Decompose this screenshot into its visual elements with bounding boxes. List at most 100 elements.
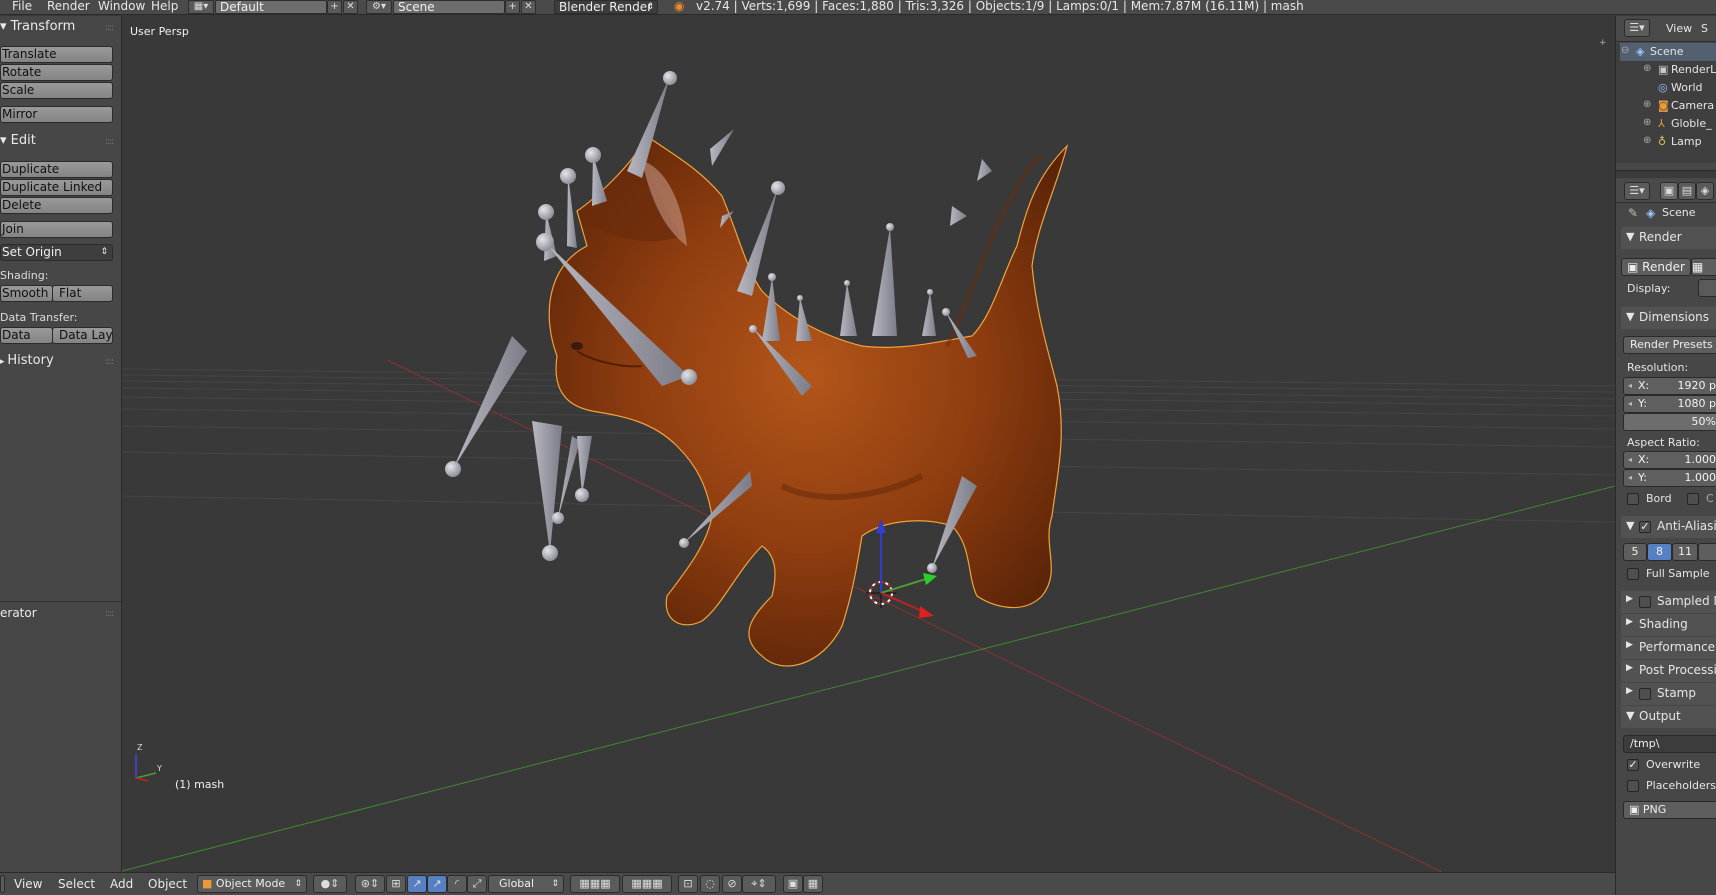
panel-edit-header[interactable]: ▾ Edit: [0, 132, 36, 150]
placeholders-checkbox[interactable]: [1627, 780, 1639, 792]
outliner-item-renderlayers[interactable]: RenderL: [1671, 63, 1716, 76]
translate-manipulator-icon[interactable]: ↗: [407, 875, 427, 893]
output-path-field[interactable]: /tmp\: [1623, 735, 1716, 753]
stamp-checkbox[interactable]: [1639, 688, 1651, 700]
border-checkbox[interactable]: [1627, 493, 1639, 505]
manipulator-toggle-icon[interactable]: ⊞: [386, 875, 406, 893]
collapse-icon[interactable]: ⊖: [1621, 45, 1629, 56]
join-button[interactable]: Join: [0, 221, 113, 238]
menu-select[interactable]: Select: [58, 877, 95, 891]
resolution-y-field[interactable]: ◂ Y: 1080 p: [1623, 395, 1716, 413]
menu-object[interactable]: Object: [148, 877, 187, 891]
menu-window[interactable]: Window: [98, 0, 145, 14]
rotate-button[interactable]: Rotate: [0, 64, 113, 81]
render-animation-button[interactable]: ▦: [1691, 258, 1716, 276]
region-toggle-icon[interactable]: +: [1599, 38, 1609, 48]
menu-add[interactable]: Add: [110, 877, 133, 891]
panel-render-header[interactable]: ▼ Render: [1621, 227, 1716, 249]
duplicate-linked-button[interactable]: Duplicate Linked: [0, 179, 113, 196]
panel-dimensions-header[interactable]: ▼ Dimensions: [1621, 307, 1716, 329]
layers-tab-icon[interactable]: ▤: [1678, 182, 1696, 200]
scene-selector[interactable]: Scene: [393, 0, 505, 14]
outliner-search-menu[interactable]: S: [1701, 22, 1708, 35]
resolution-percentage-slider[interactable]: 50%: [1623, 413, 1716, 431]
remove-layout-icon[interactable]: ✕: [343, 0, 358, 14]
outliner-item-lamp[interactable]: Lamp: [1671, 135, 1702, 148]
outliner-view-menu[interactable]: View: [1666, 22, 1692, 35]
mirror-button[interactable]: Mirror: [0, 106, 113, 123]
expand-icon[interactable]: ⊕: [1643, 63, 1651, 74]
expand-icon[interactable]: ⊕: [1643, 135, 1651, 146]
grip-icon[interactable]: ::::: [105, 357, 114, 367]
file-format-dropdown[interactable]: ▣ PNG: [1623, 801, 1716, 819]
render-opengl-animation-icon[interactable]: ▦: [803, 875, 823, 893]
kitten-mesh[interactable]: [548, 135, 1069, 667]
transform-orientation-dropdown[interactable]: Global ⇕: [488, 875, 564, 893]
panel-postprocessing-header[interactable]: ▶ Post Processin: [1621, 660, 1716, 682]
pivot-point-icon[interactable]: ⊛⇕: [355, 875, 385, 893]
scale-manipulator-icon[interactable]: ⤢: [467, 875, 487, 893]
menu-file[interactable]: File: [12, 0, 32, 14]
aa-samples-8[interactable]: 8: [1647, 543, 1672, 561]
panel-sampled-header[interactable]: ▶ Sampled M: [1621, 591, 1716, 613]
panel-history-header[interactable]: ▸ History: [0, 352, 54, 370]
menu-render[interactable]: Render: [47, 0, 90, 14]
menu-view[interactable]: View: [14, 877, 42, 891]
panel-transform-header[interactable]: ▾ Transform: [0, 18, 75, 36]
grip-icon[interactable]: ::::: [105, 609, 114, 619]
layout-selector[interactable]: Default: [215, 0, 327, 14]
proportional-edit-icon[interactable]: ◌: [700, 875, 720, 893]
properties-editor-type-icon[interactable]: ☰▾: [1624, 182, 1650, 200]
panel-shading-header[interactable]: ▶ Shading: [1621, 614, 1716, 636]
outliner-item-world[interactable]: World: [1671, 81, 1703, 94]
flat-button[interactable]: Flat: [52, 285, 113, 302]
duplicate-button[interactable]: Duplicate: [0, 161, 113, 178]
aa-samples-more[interactable]: [1698, 543, 1716, 561]
layout-icon[interactable]: ▦▾: [188, 0, 214, 14]
data-layout-button[interactable]: Data Layo: [52, 327, 113, 344]
outliner-item-globle[interactable]: Globle_: [1671, 117, 1712, 130]
render-tab-icon[interactable]: ▣: [1660, 182, 1678, 200]
expand-icon[interactable]: ⊕: [1643, 117, 1651, 128]
grip-icon[interactable]: ::::: [105, 23, 114, 33]
aa-samples-5[interactable]: 5: [1623, 543, 1647, 561]
remove-scene-icon[interactable]: ✕: [521, 0, 536, 14]
scene-icon[interactable]: ⚙▾: [366, 0, 392, 14]
3d-viewport[interactable]: User Persp (1) mash Z Y +: [122, 16, 1615, 872]
lock-layers-icon[interactable]: ⊡: [678, 875, 698, 893]
smooth-button[interactable]: Smooth: [0, 285, 53, 302]
aspect-y-field[interactable]: ◂ Y: 1.000: [1623, 469, 1716, 487]
mode-selector[interactable]: ■ Object Mode ⇕: [197, 875, 307, 893]
outliner-item-camera[interactable]: Camera: [1671, 99, 1714, 112]
rotate-manipulator-icon[interactable]: ◜: [447, 875, 467, 893]
editor-type-icon[interactable]: ☰▾: [1624, 19, 1650, 37]
aa-samples-11[interactable]: 11: [1672, 543, 1698, 561]
snap-toggle-icon[interactable]: ⊘: [722, 875, 742, 893]
aspect-x-field[interactable]: ◂ X: 1.000: [1623, 451, 1716, 469]
grip-icon[interactable]: ::::: [105, 137, 114, 147]
panel-operator-header[interactable]: erator: [0, 604, 37, 622]
editor-type-button[interactable]: [0, 875, 5, 893]
pin-icon[interactable]: ✎: [1628, 206, 1638, 220]
overwrite-checkbox[interactable]: ✓: [1627, 759, 1639, 771]
panel-output-header[interactable]: ▼ Output: [1621, 706, 1716, 728]
full-sample-checkbox[interactable]: [1627, 568, 1639, 580]
viewport-shading-icon[interactable]: ●⇕: [313, 875, 347, 893]
layers-grid-2[interactable]: ▦▦▦: [622, 875, 672, 893]
display-dropdown[interactable]: [1698, 279, 1716, 297]
data-button[interactable]: Data: [0, 327, 53, 344]
layers-grid-1[interactable]: ▦▦▦: [570, 875, 620, 893]
add-scene-icon[interactable]: +: [505, 0, 520, 14]
resolution-x-field[interactable]: ◂ X: 1920 p: [1623, 377, 1716, 395]
translate-button[interactable]: Translate: [0, 46, 113, 63]
add-layout-icon[interactable]: +: [327, 0, 342, 14]
render-engine-selector[interactable]: Blender Render ⇕: [554, 0, 658, 14]
translate-manipulator-active-icon[interactable]: ↗: [427, 875, 447, 893]
snap-element-icon[interactable]: ⌖⇕: [742, 875, 776, 893]
render-opengl-image-icon[interactable]: ▣: [783, 875, 803, 893]
antialiasing-checkbox[interactable]: ✓: [1639, 521, 1651, 533]
menu-help[interactable]: Help: [151, 0, 178, 14]
render-presets-button[interactable]: Render Presets: [1623, 336, 1716, 354]
delete-button[interactable]: Delete: [0, 197, 113, 214]
panel-stamp-header[interactable]: ▶ Stamp: [1621, 683, 1716, 705]
